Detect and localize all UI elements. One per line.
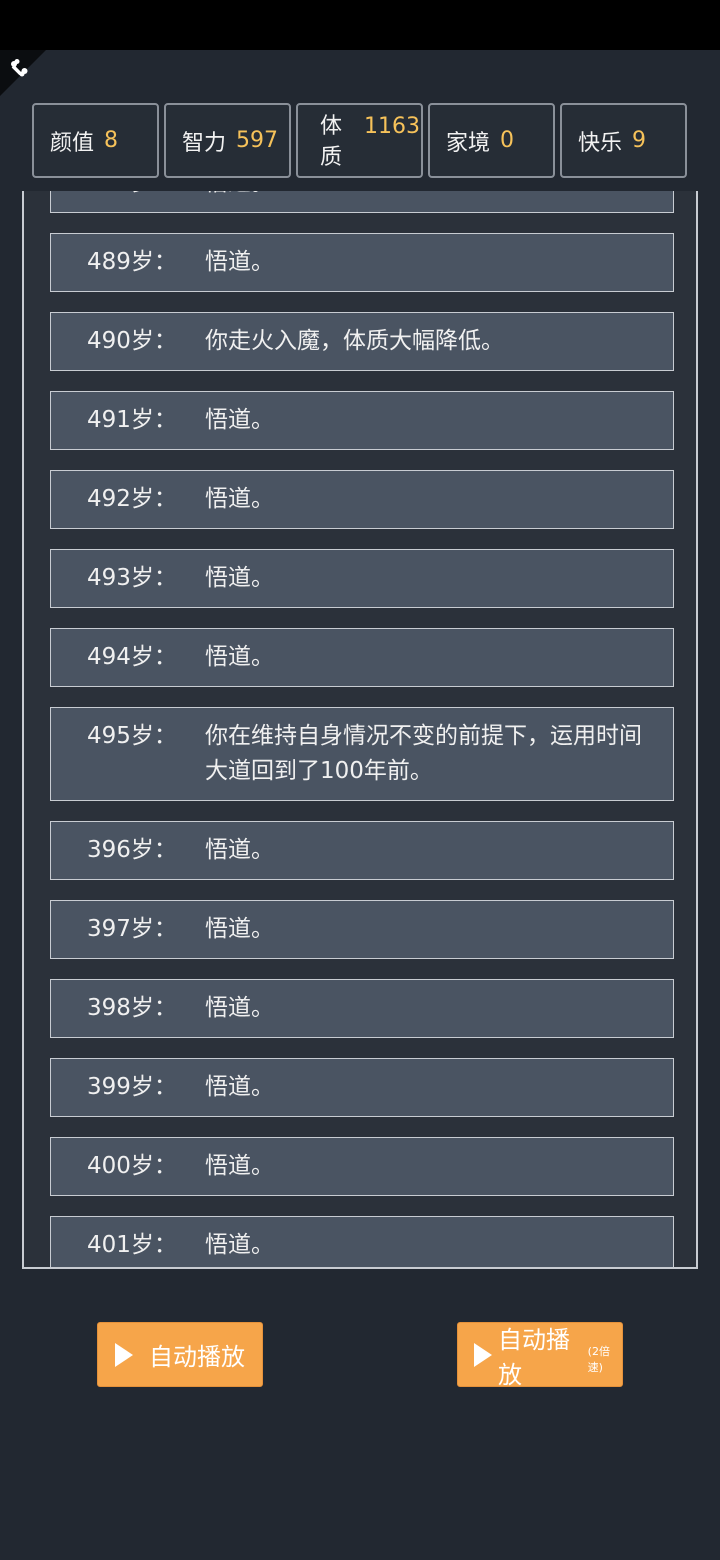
log-age: 491岁：: [87, 407, 177, 433]
log-event: 悟道。: [205, 644, 274, 670]
stat-value: 8: [104, 128, 119, 153]
play-icon: [115, 1342, 133, 1367]
log-event: 悟道。: [205, 1153, 274, 1179]
auto-play-label: 自动播放: [149, 1343, 245, 1371]
log-entry: 397岁： 悟道。: [50, 900, 674, 959]
log-age: 400岁：: [87, 1153, 177, 1179]
stat-label: 体质: [320, 114, 343, 170]
bone-icon[interactable]: [9, 58, 29, 78]
stat-label: 家境: [446, 130, 491, 156]
log-entry: 396岁： 悟道。: [50, 821, 674, 880]
log-event: 悟道。: [205, 486, 274, 512]
status-bar: [0, 0, 720, 50]
log-event: 悟道。: [205, 249, 274, 275]
life-log-list: 488岁： 悟道。 489岁： 悟道。 490岁： 你走火入魔，体质大幅降低。 …: [50, 191, 674, 1267]
log-event: 悟道。: [205, 995, 274, 1021]
stat-intelligence: 智力 597: [164, 103, 291, 178]
stat-value: 9: [632, 128, 647, 153]
auto-play-2x-label: 自动播放: [498, 1325, 570, 1389]
log-event: 悟道。: [205, 1232, 274, 1258]
log-event: 悟道。: [205, 407, 274, 433]
stat-label: 颜值: [50, 130, 95, 156]
log-age: 493岁：: [87, 565, 177, 591]
log-age: 489岁：: [87, 249, 177, 275]
stat-happiness: 快乐 9: [560, 103, 687, 178]
stat-label: 快乐: [578, 130, 623, 156]
log-entry: 491岁： 悟道。: [50, 391, 674, 450]
stat-appearance: 颜值 8: [32, 103, 159, 178]
log-age: 396岁：: [87, 837, 177, 863]
auto-play-button[interactable]: 自动播放: [97, 1322, 263, 1387]
stat-value: 597: [236, 128, 279, 153]
log-age: 492岁：: [87, 486, 177, 512]
speed-note: (2倍速): [587, 1344, 610, 1374]
log-entry: 399岁： 悟道。: [50, 1058, 674, 1117]
stat-value: 1163: [364, 114, 420, 139]
log-entry: 494岁： 悟道。: [50, 628, 674, 687]
stat-label: 智力: [182, 130, 227, 156]
log-age: 490岁：: [87, 328, 177, 354]
log-age: 398岁：: [87, 995, 177, 1021]
stat-constitution: 体质 1163: [296, 103, 423, 178]
stat-value: 0: [500, 128, 515, 153]
log-event: 你走火入魔，体质大幅降低。: [205, 328, 504, 354]
log-age: 399岁：: [87, 1074, 177, 1100]
log-age: 397岁：: [87, 916, 177, 942]
log-entry: 490岁： 你走火入魔，体质大幅降低。: [50, 312, 674, 371]
log-event: 悟道。: [205, 837, 274, 863]
log-age: 488岁：: [51, 191, 205, 201]
log-age: 495岁：: [87, 723, 177, 749]
log-entry: 401岁： 悟道。: [50, 1216, 674, 1267]
attribute-bar: 颜值 8 智力 597 体质 1163 家境 0 快乐 9: [32, 103, 688, 178]
stat-family: 家境 0: [428, 103, 555, 178]
life-log-panel[interactable]: 488岁： 悟道。 489岁： 悟道。 490岁： 你走火入魔，体质大幅降低。 …: [22, 191, 698, 1269]
log-age: 401岁：: [87, 1232, 177, 1258]
auto-play-2x-button[interactable]: 自动播放 (2倍速): [457, 1322, 623, 1389]
log-entry: 489岁： 悟道。: [50, 233, 674, 292]
log-entry: 398岁： 悟道。: [50, 979, 674, 1038]
log-event: 悟道。: [205, 1074, 274, 1100]
log-entry: 488岁： 悟道。: [50, 191, 674, 213]
log-event: 悟道。: [205, 916, 274, 942]
play-icon: [474, 1342, 492, 1367]
log-entry: 495岁： 你在维持自身情况不变的前提下，运用时间大道回到了100年前。: [50, 707, 674, 801]
log-age: 494岁：: [87, 644, 177, 670]
log-event: 悟道。: [205, 565, 274, 591]
log-entry: 493岁： 悟道。: [50, 549, 674, 608]
log-entry: 492岁： 悟道。: [50, 470, 674, 529]
log-entry: 400岁： 悟道。: [50, 1137, 674, 1196]
log-event: 你在维持自身情况不变的前提下，运用时间大道回到了100年前。: [205, 723, 642, 784]
log-event: 悟道。: [205, 191, 645, 201]
